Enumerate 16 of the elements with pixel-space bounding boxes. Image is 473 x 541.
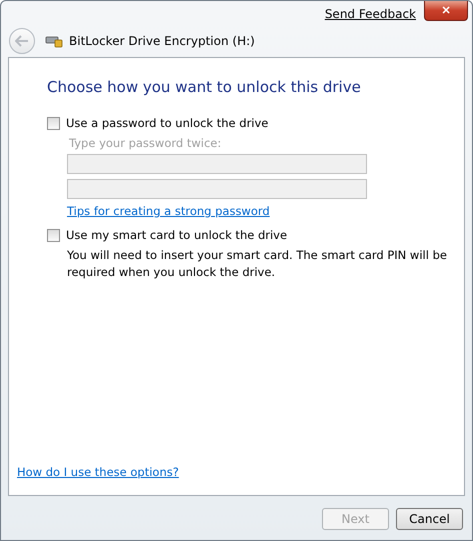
smart-card-description: You will need to insert your smart card. The smart card PIN will be required when you unlock the drive. (67, 247, 448, 281)
checkbox[interactable] (47, 228, 60, 242)
back-button[interactable] (9, 28, 35, 54)
option-label[interactable]: Use a password to unlock the drive (66, 116, 268, 130)
page-heading: Choose how you want to unlock this drive (47, 78, 362, 96)
window-title: BitLocker Drive Encryption (H:) (69, 34, 255, 48)
close-button[interactable]: ✕ (424, 1, 468, 21)
help-link[interactable]: How do I use these options? (17, 465, 179, 479)
drive-lock-icon (45, 34, 63, 48)
cancel-button[interactable]: Cancel (396, 508, 463, 530)
send-feedback-link[interactable]: Send Feedback (324, 7, 416, 21)
password-tips-link[interactable]: Tips for creating a strong password (67, 204, 270, 218)
password-hint: Type your password twice: (69, 136, 222, 150)
checkbox[interactable] (47, 116, 60, 130)
option-label[interactable]: Use my smart card to unlock the drive (66, 228, 288, 242)
back-arrow-icon (15, 35, 29, 47)
